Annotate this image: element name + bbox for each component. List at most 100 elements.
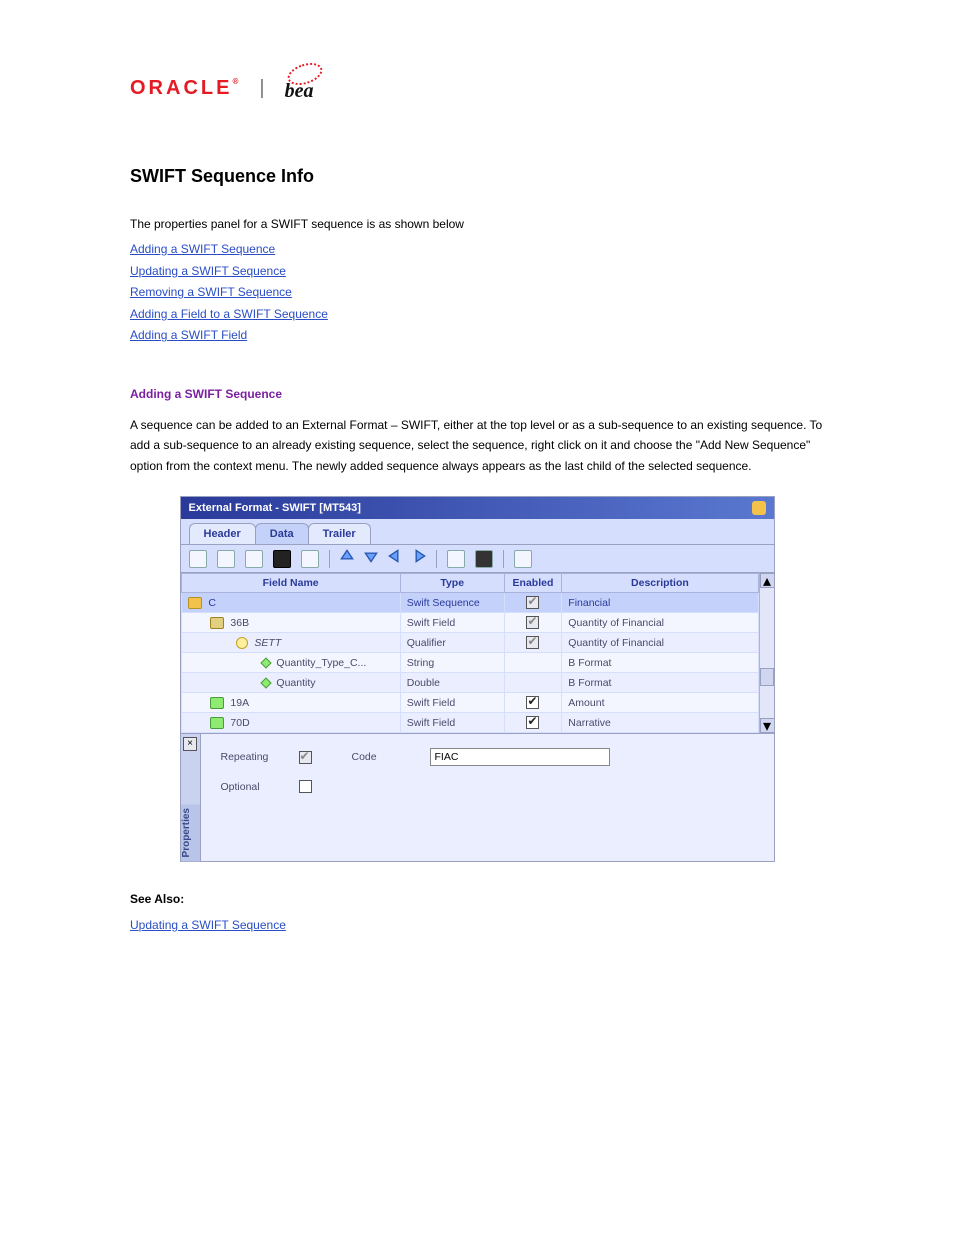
toolbar-divider-2	[436, 550, 437, 568]
field-name-text: C	[206, 597, 217, 609]
col-enabled: Enabled	[504, 574, 562, 593]
prop-repeating-label: Repeating	[221, 751, 283, 763]
table-row[interactable]: Quantity_Type_C...StringB Format	[181, 653, 758, 673]
topic-links: Adding a SWIFT Sequence Updating a SWIFT…	[130, 239, 824, 347]
prop-optional-label: Optional	[221, 781, 283, 793]
link-update-sequence[interactable]: Updating a SWIFT Sequence	[130, 264, 286, 278]
toolbar-copy-icon[interactable]	[245, 550, 263, 568]
field-description-text: Financial	[562, 593, 758, 613]
see-also-heading: See Also:	[130, 892, 824, 906]
field-type-text: Swift Field	[400, 613, 504, 633]
field-type-text: Swift Field	[400, 693, 504, 713]
table-row[interactable]: SETTQualifierQuantity of Financial	[181, 633, 758, 653]
tabs-row: Header Data Trailer	[181, 519, 774, 545]
link-add-sequence[interactable]: Adding a SWIFT Sequence	[130, 242, 275, 256]
field-description-text: Amount	[562, 693, 758, 713]
tab-header[interactable]: Header	[189, 523, 256, 544]
field-type-text: Swift Sequence	[400, 593, 504, 613]
field-name-text: SETT	[252, 637, 282, 649]
toolbar-properties-icon[interactable]	[514, 550, 532, 568]
folder-icon	[188, 597, 202, 609]
fields-table: Field Name Type Enabled Description C Swi…	[181, 573, 759, 733]
toolbar-grid-icon[interactable]	[189, 550, 207, 568]
toolbar-right-icon[interactable]	[412, 549, 426, 568]
toolbar	[181, 545, 774, 573]
link-add-swift-field[interactable]: Adding a SWIFT Field	[130, 328, 247, 342]
enabled-cell	[504, 693, 562, 713]
toolbar-divider-3	[503, 550, 504, 568]
enabled-cell	[504, 613, 562, 633]
tab-data[interactable]: Data	[255, 523, 309, 544]
link-remove-sequence[interactable]: Removing a SWIFT Sequence	[130, 285, 292, 299]
properties-panel: × Properties Repeating Code Optional	[181, 733, 774, 861]
table-row[interactable]: 70DSwift FieldNarrative	[181, 713, 758, 733]
link-add-field-to-sequence[interactable]: Adding a Field to a SWIFT Sequence	[130, 307, 328, 321]
col-description: Description	[562, 574, 758, 593]
toolbar-divider-1	[329, 550, 330, 568]
table-row[interactable]: QuantityDoubleB Format	[181, 673, 758, 693]
enabled-cell	[504, 593, 562, 613]
vertical-scrollbar[interactable]: ▴ ▾	[759, 573, 774, 733]
properties-close-icon[interactable]: ×	[183, 737, 197, 751]
link-update-sequence-2[interactable]: Updating a SWIFT Sequence	[130, 918, 286, 932]
table-row[interactable]: 36B Swift Field Quantity of Financial	[181, 613, 758, 633]
green-icon	[210, 717, 224, 729]
toolbar-list-icon[interactable]	[475, 550, 493, 568]
window-title-bar: External Format - SWIFT [MT543]	[181, 497, 774, 519]
bea-logo: bea	[283, 70, 331, 106]
logo-separator: |	[259, 77, 264, 100]
external-format-window: External Format - SWIFT [MT543] Header D…	[180, 496, 775, 862]
scroll-thumb[interactable]	[760, 668, 774, 686]
enabled-checkbox[interactable]	[526, 696, 539, 709]
table-row[interactable]: C Swift Sequence Financial	[181, 593, 758, 613]
enabled-checkbox[interactable]	[526, 636, 539, 649]
oracle-logo: ORACLE®	[130, 77, 241, 100]
enabled-checkbox[interactable]	[526, 616, 539, 629]
enabled-cell	[504, 713, 562, 733]
col-type: Type	[400, 574, 504, 593]
page-title: SWIFT Sequence Info	[130, 166, 824, 187]
section-paragraph: A sequence can be added to an External F…	[130, 415, 824, 476]
enabled-cell	[504, 673, 562, 693]
intro-text: The properties panel for a SWIFT sequenc…	[130, 217, 824, 231]
field-type-text: Swift Field	[400, 713, 504, 733]
section-heading-add-sequence: Adding a SWIFT Sequence	[130, 387, 824, 401]
enabled-checkbox[interactable]	[526, 716, 539, 729]
diamond-icon	[260, 657, 271, 668]
envelope-icon	[210, 617, 224, 629]
prop-code-label: Code	[352, 751, 414, 763]
table-row[interactable]: 19A Swift Field Amount	[181, 693, 758, 713]
field-description-text: Quantity of Financial	[562, 613, 758, 633]
diamond-icon	[260, 677, 271, 688]
toolbar-up-icon[interactable]	[340, 549, 354, 568]
properties-tab-label[interactable]: Properties	[181, 804, 200, 861]
see-also-links: Updating a SWIFT Sequence	[130, 916, 824, 934]
toolbar-down-icon[interactable]	[364, 549, 378, 568]
col-field-name: Field Name	[181, 574, 400, 593]
qmark-icon	[236, 637, 248, 649]
toolbar-tree-icon[interactable]	[447, 550, 465, 568]
toolbar-left-icon[interactable]	[388, 549, 402, 568]
field-type-text: String	[400, 653, 504, 673]
tab-trailer[interactable]: Trailer	[308, 523, 371, 544]
field-description-text: B Format	[562, 673, 758, 693]
scroll-up-icon[interactable]: ▴	[760, 573, 775, 588]
prop-optional-checkbox[interactable]	[299, 780, 312, 793]
prop-code-input[interactable]	[430, 748, 610, 766]
field-name-text: 70D	[228, 717, 250, 729]
field-name-text: Quantity_Type_C...	[274, 657, 367, 669]
toolbar-edit-icon[interactable]	[273, 550, 291, 568]
enabled-cell	[504, 653, 562, 673]
window-menu-icon[interactable]	[752, 501, 766, 515]
toolbar-delete-icon[interactable]	[301, 550, 319, 568]
toolbar-table-icon[interactable]	[217, 550, 235, 568]
green-icon	[210, 697, 224, 709]
scroll-down-icon[interactable]: ▾	[760, 718, 775, 733]
window-title-text: External Format - SWIFT [MT543]	[189, 502, 361, 514]
field-name-text: 19A	[228, 697, 250, 709]
field-name-text: 36B	[228, 617, 250, 629]
prop-repeating-checkbox[interactable]	[299, 751, 312, 764]
field-name-text: Quantity	[274, 677, 316, 689]
enabled-checkbox[interactable]	[526, 596, 539, 609]
enabled-cell	[504, 633, 562, 653]
